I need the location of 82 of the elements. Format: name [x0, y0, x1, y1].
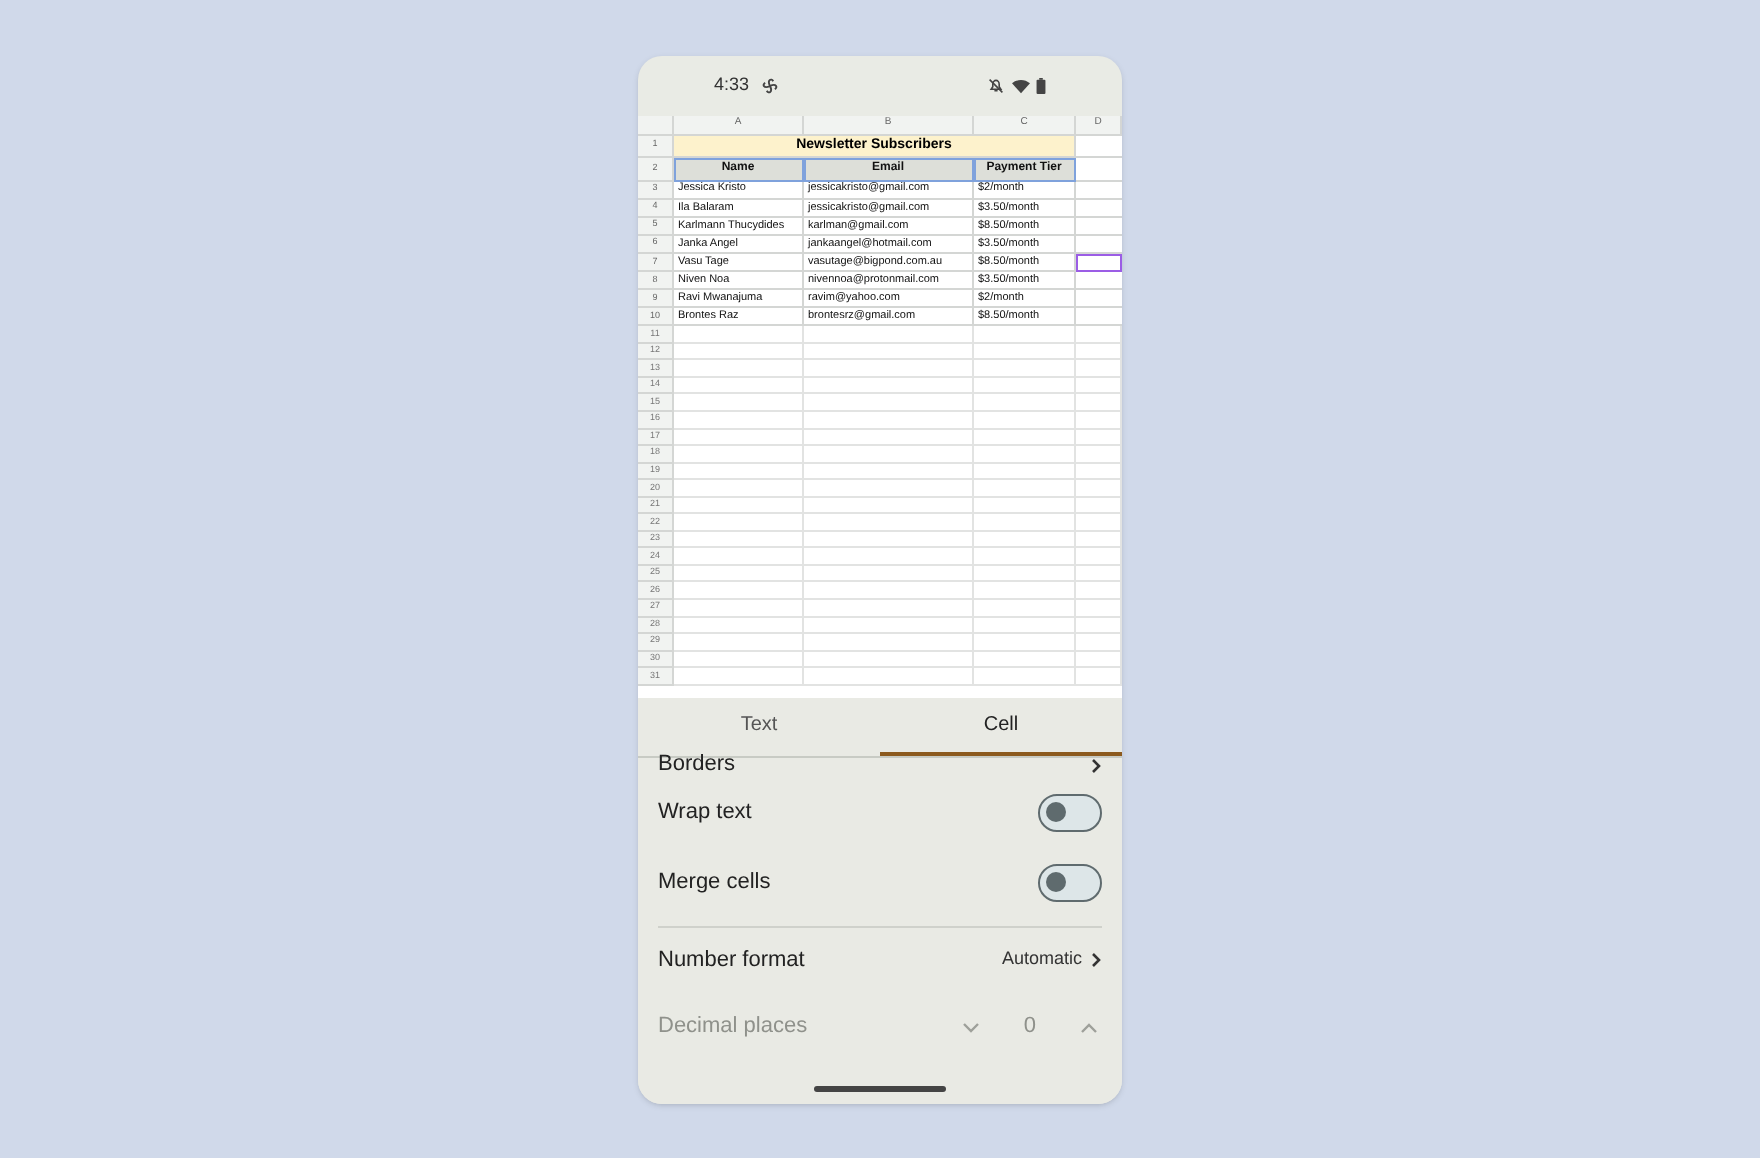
empty-cell[interactable] [1076, 343, 1122, 361]
empty-cell[interactable] [1076, 600, 1122, 618]
fan-icon [761, 77, 778, 93]
empty-cell[interactable] [1076, 514, 1122, 532]
empty-cell[interactable] [974, 651, 1076, 669]
clock-time: 4:33 [714, 71, 750, 98]
empty-cell[interactable] [1076, 394, 1122, 412]
empty-cell[interactable] [974, 668, 1076, 686]
chevron-right-icon[interactable] [1090, 952, 1102, 968]
empty-cell[interactable] [974, 411, 1076, 430]
empty-cell[interactable] [1076, 360, 1122, 378]
chevron-up-icon[interactable] [1080, 1021, 1098, 1033]
empty-cell[interactable] [804, 446, 974, 464]
empty-cell[interactable] [1076, 446, 1122, 464]
empty-cell[interactable] [1076, 326, 1122, 344]
empty-cell[interactable] [1076, 668, 1122, 686]
empty-cell[interactable] [974, 360, 1076, 378]
empty-cell[interactable] [804, 565, 974, 583]
empty-cell[interactable] [974, 497, 1076, 515]
toggle-switch[interactable] [1038, 863, 1102, 901]
empty-cell[interactable] [1076, 651, 1122, 669]
empty-cell[interactable] [974, 377, 1076, 395]
home-indicator[interactable] [814, 1085, 946, 1091]
empty-cell[interactable] [804, 668, 974, 686]
empty-cell[interactable] [1076, 617, 1122, 635]
empty-cell[interactable] [974, 514, 1076, 532]
empty-cell[interactable] [974, 582, 1076, 600]
stepper-value: 0 [1023, 1012, 1036, 1043]
option-label: Decimal places [658, 1012, 808, 1043]
wifi-icon [1012, 77, 1030, 93]
empty-cell[interactable] [1076, 565, 1122, 583]
empty-cell[interactable] [804, 429, 974, 447]
empty-cell[interactable] [804, 360, 974, 378]
empty-cell[interactable] [1076, 531, 1122, 549]
empty-cell[interactable] [1076, 634, 1122, 652]
empty-cell[interactable] [804, 411, 974, 430]
empty-cell[interactable] [1076, 463, 1122, 481]
muted-bell-icon [988, 77, 1004, 93]
empty-cell[interactable] [804, 582, 974, 600]
empty-cell[interactable] [804, 634, 974, 652]
empty-cell[interactable] [974, 480, 1076, 498]
empty-cell[interactable] [804, 343, 974, 361]
empty-cell[interactable] [1076, 411, 1122, 430]
empty-cell[interactable] [974, 531, 1076, 549]
empty-cell[interactable] [804, 514, 974, 532]
empty-cell[interactable] [804, 548, 974, 566]
empty-cell[interactable] [974, 394, 1076, 412]
empty-cell[interactable] [974, 565, 1076, 583]
empty-cell[interactable] [974, 548, 1076, 566]
empty-cell[interactable] [804, 600, 974, 618]
chevron-right-icon[interactable] [1090, 757, 1102, 773]
active-cell[interactable] [1076, 253, 1122, 272]
empty-cell[interactable] [804, 651, 974, 669]
empty-cell[interactable] [804, 617, 974, 635]
empty-cell[interactable] [804, 531, 974, 549]
empty-cell[interactable] [974, 326, 1076, 344]
toggle-switch[interactable] [1038, 793, 1102, 831]
empty-cell[interactable] [974, 463, 1076, 481]
empty-cell[interactable] [804, 377, 974, 395]
battery-icon [1036, 77, 1046, 93]
empty-cell[interactable] [804, 394, 974, 412]
option-label: Wrap text [658, 797, 752, 828]
empty-cell[interactable] [974, 617, 1076, 635]
empty-cell[interactable] [1076, 582, 1122, 600]
empty-cell[interactable] [804, 463, 974, 481]
empty-cell[interactable] [974, 343, 1076, 361]
empty-cell[interactable] [974, 634, 1076, 652]
chevron-down-icon[interactable] [961, 1021, 980, 1033]
empty-cell[interactable] [1076, 429, 1122, 447]
empty-cell[interactable] [974, 446, 1076, 464]
empty-cell[interactable] [974, 600, 1076, 618]
option-label[interactable]: Number format [658, 943, 805, 977]
empty-cell[interactable] [974, 429, 1076, 447]
option-label: Merge cells [658, 867, 771, 898]
empty-cell[interactable] [804, 326, 974, 344]
empty-cell[interactable] [1076, 377, 1122, 395]
empty-cell[interactable] [1076, 548, 1122, 566]
empty-cell[interactable] [804, 497, 974, 515]
empty-cell[interactable] [1076, 497, 1122, 515]
empty-cell[interactable] [804, 480, 974, 498]
empty-cell[interactable] [1076, 480, 1122, 498]
option-value[interactable]: Automatic [1001, 946, 1082, 974]
